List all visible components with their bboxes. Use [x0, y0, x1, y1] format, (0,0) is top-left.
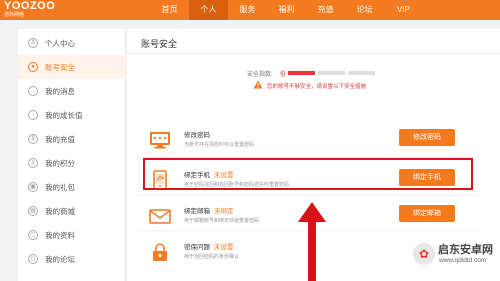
- row-description: 用于邮箱账号和绑定快速重置密码: [184, 218, 260, 224]
- watermark-url: www.qdldtd.com: [439, 257, 487, 264]
- highlight-annotation-box: [143, 158, 473, 190]
- sidebar-item-recharge[interactable]: $ 我的充值: [18, 127, 126, 151]
- yoozoo-logo[interactable]: YOOZOO 游族网络: [4, 1, 56, 19]
- growth-icon: ↑: [28, 110, 38, 120]
- sidebar: ♙ 个人中心 ● 账号安全 … 我的消息 ↑ 我的成长值 $ 我的充值 ≡ 我的…: [18, 29, 127, 281]
- nav-item-service[interactable]: 服务: [228, 0, 267, 20]
- top-nav-bar: YOOZOO 游族网络 首页 个人 服务 福利 充值 论坛 VIP: [0, 0, 500, 20]
- sidebar-item-gifts[interactable]: ▣ 我的礼包: [18, 175, 126, 199]
- store-icon: ▤: [28, 206, 38, 216]
- security-level-bar-1: [288, 71, 315, 75]
- sidebar-item-forum[interactable]: ◻ 我的论坛: [18, 247, 126, 271]
- nav-item-personal[interactable]: 个人: [189, 0, 228, 20]
- main-nav: 首页 个人 服务 福利 充值 论坛 VIP: [150, 0, 423, 20]
- sidebar-item-points[interactable]: ≡ 我的积分: [18, 151, 126, 175]
- lock-icon: [153, 243, 167, 261]
- watermark-title: 启东安卓网: [438, 244, 493, 256]
- watermark-logo-icon: ✿: [413, 243, 435, 265]
- row-title: 密保问题 未设置: [184, 244, 234, 251]
- row-description: 用于找回密码的身份确认: [184, 254, 240, 260]
- sidebar-item-label: 我的消息: [45, 86, 75, 96]
- sidebar-item-messages[interactable]: … 我的消息: [18, 79, 126, 103]
- status-badge: 未设置: [214, 244, 234, 251]
- sidebar-item-label: 我的论坛: [45, 254, 75, 264]
- logo-subtext: 游族网络: [4, 12, 25, 18]
- profile-icon: ▢: [28, 230, 38, 240]
- sidebar-item-label: 我的商城: [45, 206, 75, 216]
- chat-icon: …: [28, 86, 38, 96]
- row-description: 当账号存在风险时可以重置密码: [184, 142, 255, 148]
- gift-icon: ▣: [28, 182, 38, 192]
- sidebar-item-label: 个人中心: [45, 38, 75, 48]
- bind-email-button[interactable]: 绑定邮箱: [399, 205, 455, 222]
- nav-item-home[interactable]: 首页: [150, 0, 189, 20]
- sidebar-item-account-security[interactable]: ● 账号安全: [18, 55, 127, 79]
- site-watermark: ✿ 启东安卓网 www.qdldtd.com: [413, 239, 497, 279]
- sidebar-item-personal-center[interactable]: ♙ 个人中心: [18, 31, 126, 55]
- mail-icon: [149, 209, 171, 224]
- row-title: 绑定邮箱 未绑定: [184, 208, 234, 215]
- sidebar-item-store[interactable]: ▤ 我的商城: [18, 199, 126, 223]
- nav-item-recharge[interactable]: 充值: [306, 0, 345, 20]
- sidebar-item-profile[interactable]: ▢ 我的资料: [18, 223, 126, 247]
- row-divider: [137, 195, 477, 196]
- sidebar-item-label: 我的资料: [45, 230, 75, 240]
- security-level-label: 安全指数:: [247, 72, 273, 78]
- sidebar-item-label: 我的充值: [45, 134, 75, 144]
- sidebar-item-label: 账号安全: [45, 62, 75, 72]
- nav-item-welfare[interactable]: 福利: [267, 0, 306, 20]
- row-title: 修改密码: [184, 132, 210, 139]
- forum-icon: ◻: [28, 254, 38, 264]
- sidebar-item-growth[interactable]: ↑ 我的成长值: [18, 103, 126, 127]
- security-level-bar-3: [348, 71, 375, 75]
- warning-icon: [253, 80, 263, 89]
- security-level-bar-2: [318, 71, 345, 75]
- shield-lock-icon: ●: [28, 62, 38, 72]
- monitor-icon: [150, 132, 170, 149]
- title-divider: [127, 53, 500, 54]
- recharge-icon: $: [28, 134, 38, 144]
- up-arrow-icon: [298, 202, 326, 281]
- security-row-password: 修改密码 当账号存在风险时可以重置密码 修改密码: [137, 121, 477, 161]
- security-level-value: 低: [280, 72, 287, 78]
- sidebar-item-label: 我的成长值: [45, 110, 83, 120]
- sidebar-item-label: 我的积分: [45, 158, 75, 168]
- page-title: 账号安全: [141, 39, 178, 49]
- security-warning-text: 您的账号不够安全，请设置以下安全措施: [267, 84, 367, 90]
- nav-item-forum[interactable]: 论坛: [345, 0, 384, 20]
- logo-text: YOOZOO: [4, 0, 56, 12]
- change-password-button[interactable]: 修改密码: [399, 129, 455, 146]
- status-badge: 未绑定: [214, 208, 234, 215]
- nav-item-vip[interactable]: VIP: [384, 0, 423, 20]
- sidebar-item-label: 我的礼包: [45, 182, 75, 192]
- points-icon: ≡: [28, 158, 38, 168]
- user-icon: ♙: [28, 38, 38, 48]
